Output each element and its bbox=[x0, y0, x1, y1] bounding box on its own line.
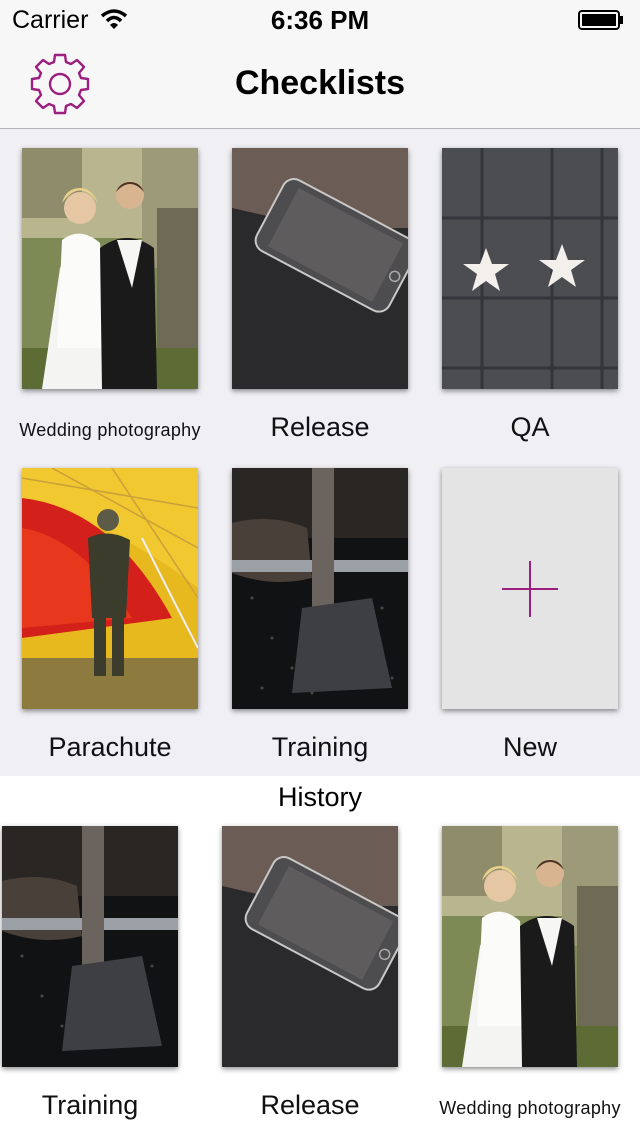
wedding-photo bbox=[442, 826, 618, 1067]
history-card-training[interactable] bbox=[2, 826, 178, 1067]
parachute-photo bbox=[22, 468, 198, 709]
stars-photo bbox=[442, 148, 618, 389]
new-checklist-label: New bbox=[502, 732, 557, 762]
checklist-card-wedding[interactable] bbox=[22, 148, 198, 389]
barbell-photo bbox=[2, 826, 178, 1067]
checklist-label: Parachute bbox=[48, 732, 172, 762]
history-label: Training bbox=[41, 1090, 139, 1120]
navigation-bar: Checklists bbox=[0, 40, 640, 129]
barbell-photo bbox=[232, 468, 408, 709]
checklist-card-training[interactable] bbox=[232, 468, 408, 709]
battery-icon bbox=[578, 10, 623, 30]
status-bar: Carrier 6:36 PM bbox=[0, 0, 640, 40]
history-card-release[interactable] bbox=[222, 826, 398, 1067]
plus-icon bbox=[502, 561, 558, 617]
checklist-card-qa[interactable] bbox=[442, 148, 618, 389]
checklist-label: Training bbox=[271, 732, 369, 762]
new-checklist-button[interactable] bbox=[442, 468, 618, 709]
wedding-photo bbox=[22, 148, 198, 389]
history-title: History bbox=[277, 782, 362, 812]
checklist-card-release[interactable] bbox=[232, 148, 408, 389]
history-label: Release bbox=[260, 1090, 360, 1120]
status-time: 6:36 PM bbox=[270, 5, 370, 35]
checklist-label: QA bbox=[510, 412, 550, 442]
checklist-label: Release bbox=[270, 412, 370, 442]
checklist-card-parachute[interactable] bbox=[22, 468, 198, 709]
history-label: Wedding photography bbox=[439, 1098, 621, 1118]
history-card-wedding[interactable] bbox=[442, 826, 618, 1067]
smartphone-photo bbox=[222, 826, 398, 1067]
checklist-label: Wedding photography bbox=[19, 420, 201, 440]
smartphone-photo bbox=[232, 148, 408, 389]
page-title: Checklists bbox=[234, 64, 406, 102]
